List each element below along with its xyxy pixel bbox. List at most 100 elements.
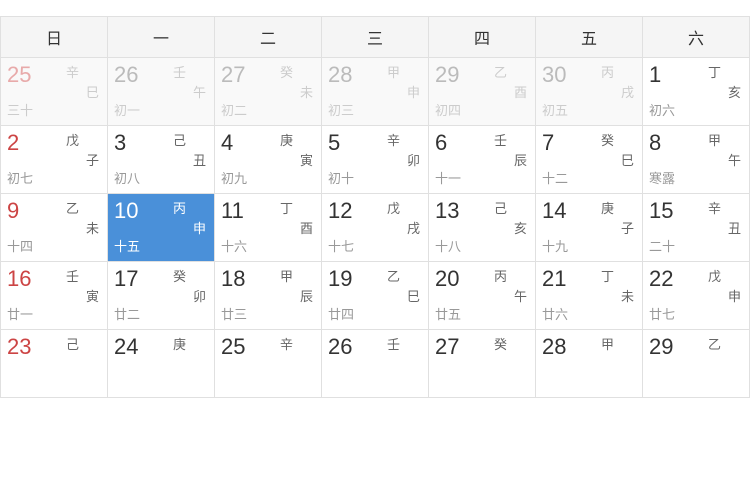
day-number: 12 <box>328 198 352 223</box>
earthly-branch: 卯 <box>407 150 420 169</box>
lunar-date: 廿三 <box>221 304 247 323</box>
earthly-branch: 申 <box>407 82 420 101</box>
calendar-cell-w3d2[interactable]: 18甲辰廿三 <box>215 262 322 330</box>
heavenly-stem: 甲 <box>601 334 614 353</box>
calendar-cell-w2d5[interactable]: 14 庚子十九 <box>536 194 643 262</box>
lunar-date: 初八 <box>114 168 140 187</box>
earthly-branch: 子 <box>621 218 634 237</box>
lunar-date: 十八 <box>435 236 461 255</box>
calendar-cell-w3d3[interactable]: 19乙巳廿四 <box>322 262 429 330</box>
calendar-cell-w1d3[interactable]: 5辛卯初十 <box>322 126 429 194</box>
lunar-date: 初三 <box>328 100 354 119</box>
calendar-cell-w1d2[interactable]: 4庚寅初九 <box>215 126 322 194</box>
heavenly-stem: 己 <box>494 198 507 217</box>
calendar-cell-w3d1[interactable]: 17癸卯廿二 <box>108 262 215 330</box>
calendar-cell-w2d0[interactable]: 9乙未十四 <box>1 194 108 262</box>
calendar-cell-w2d2[interactable]: 11丁酉十六 <box>215 194 322 262</box>
calendar-cell-w1d5[interactable]: 7癸巳十二 <box>536 126 643 194</box>
heavenly-stem: 庚 <box>601 198 614 217</box>
heavenly-stem: 丙 <box>601 62 614 81</box>
calendar-cell-w4d1[interactable]: 24庚 <box>108 330 215 398</box>
lunar-date: 寒露 <box>649 168 675 187</box>
calendar-cell-w1d4[interactable]: 6壬辰十一 <box>429 126 536 194</box>
lunar-date: 十四 <box>7 236 33 255</box>
day-number: 18 <box>221 266 245 291</box>
earthly-branch: 寅 <box>300 150 313 169</box>
heavenly-stem: 壬 <box>66 266 79 285</box>
heavenly-stem: 丁 <box>708 62 721 81</box>
calendar-cell-w1d0[interactable]: 2戊子初七 <box>1 126 108 194</box>
day-number: 2 <box>7 130 19 155</box>
lunar-date: 十二 <box>542 168 568 187</box>
heavenly-stem: 乙 <box>387 266 400 285</box>
calendar-cell-w0d3[interactable]: 28甲申初三 <box>322 58 429 126</box>
calendar-cell-w4d3[interactable]: 26 壬 <box>322 330 429 398</box>
day-number: 14 <box>542 198 566 223</box>
day-number: 28 <box>328 62 352 87</box>
day-number: 27 <box>435 334 459 359</box>
calendar-cell-w1d6[interactable]: 8甲午寒露 <box>643 126 750 194</box>
day-number: 29 <box>649 334 673 359</box>
heavenly-stem: 己 <box>66 334 79 353</box>
calendar-cell-w4d4[interactable]: 27 癸 <box>429 330 536 398</box>
lunar-date: 初一 <box>114 100 140 119</box>
day-number: 26 <box>328 334 352 359</box>
day-number: 17 <box>114 266 138 291</box>
day-number: 3 <box>114 130 126 155</box>
calendar-cell-w0d0[interactable]: 25 辛巳三十 <box>1 58 108 126</box>
calendar-cell-w2d1[interactable]: 10丙申十五 <box>108 194 215 262</box>
lunar-date: 十九 <box>542 236 568 255</box>
heavenly-stem: 壬 <box>494 130 507 149</box>
calendar-cell-w0d4[interactable]: 29乙酉初四 <box>429 58 536 126</box>
earthly-branch: 亥 <box>514 218 527 237</box>
heavenly-stem: 丙 <box>494 266 507 285</box>
lunar-date: 初四 <box>435 100 461 119</box>
calendar-table: 日一二三四五六 25辛巳三十26壬午初一27癸未初二28甲申初三29乙酉初四30… <box>0 16 750 398</box>
heavenly-stem: 己 <box>173 130 186 149</box>
heavenly-stem: 戊 <box>66 130 79 149</box>
heavenly-stem: 壬 <box>173 62 186 81</box>
calendar-cell-w4d0[interactable]: 23 己 <box>1 330 108 398</box>
calendar-cell-w0d6[interactable]: 1丁亥初六 <box>643 58 750 126</box>
calendar-cell-w3d5[interactable]: 21丁未廿六 <box>536 262 643 330</box>
lunar-date: 初九 <box>221 168 247 187</box>
lunar-date: 廿五 <box>435 304 461 323</box>
lunar-date: 廿一 <box>7 304 33 323</box>
lunar-date: 初六 <box>649 100 675 119</box>
earthly-branch: 子 <box>86 150 99 169</box>
calendar-cell-w0d5[interactable]: 30丙戌初五 <box>536 58 643 126</box>
earthly-branch: 未 <box>621 286 634 305</box>
calendar-cell-w3d0[interactable]: 16壬寅廿一 <box>1 262 108 330</box>
calendar-cell-w0d2[interactable]: 27癸未初二 <box>215 58 322 126</box>
weekday-header-六: 六 <box>643 17 750 58</box>
day-number: 25 <box>7 62 31 87</box>
lunar-date: 三十 <box>7 100 33 119</box>
calendar-cell-w2d4[interactable]: 13己亥十八 <box>429 194 536 262</box>
earthly-branch: 巳 <box>86 82 99 101</box>
earthly-branch: 申 <box>728 286 741 305</box>
earthly-branch: 亥 <box>728 82 741 101</box>
earthly-branch: 酉 <box>300 218 313 237</box>
heavenly-stem: 癸 <box>494 334 507 353</box>
day-number: 23 <box>7 334 31 359</box>
calendar-cell-w1d1[interactable]: 3己丑初八 <box>108 126 215 194</box>
calendar-cell-w4d2[interactable]: 25辛 <box>215 330 322 398</box>
day-number: 25 <box>221 334 245 359</box>
heavenly-stem: 乙 <box>66 198 79 217</box>
heavenly-stem: 壬 <box>387 334 400 353</box>
heavenly-stem: 癸 <box>601 130 614 149</box>
heavenly-stem: 辛 <box>66 62 79 81</box>
calendar-cell-w3d4[interactable]: 20丙午廿五 <box>429 262 536 330</box>
lunar-date: 十六 <box>221 236 247 255</box>
earthly-branch: 未 <box>300 82 313 101</box>
calendar-cell-w4d5[interactable]: 28甲 <box>536 330 643 398</box>
calendar-cell-w4d6[interactable]: 29乙 <box>643 330 750 398</box>
lunar-date: 二十 <box>649 236 675 255</box>
calendar-cell-w0d1[interactable]: 26壬午初一 <box>108 58 215 126</box>
calendar-cell-w2d3[interactable]: 12戊戌十七 <box>322 194 429 262</box>
calendar-cell-w3d6[interactable]: 22戊申廿七 <box>643 262 750 330</box>
calendar-cell-w2d6[interactable]: 15辛丑二十 <box>643 194 750 262</box>
heavenly-stem: 癸 <box>173 266 186 285</box>
heavenly-stem: 甲 <box>708 130 721 149</box>
day-number: 26 <box>114 62 138 87</box>
